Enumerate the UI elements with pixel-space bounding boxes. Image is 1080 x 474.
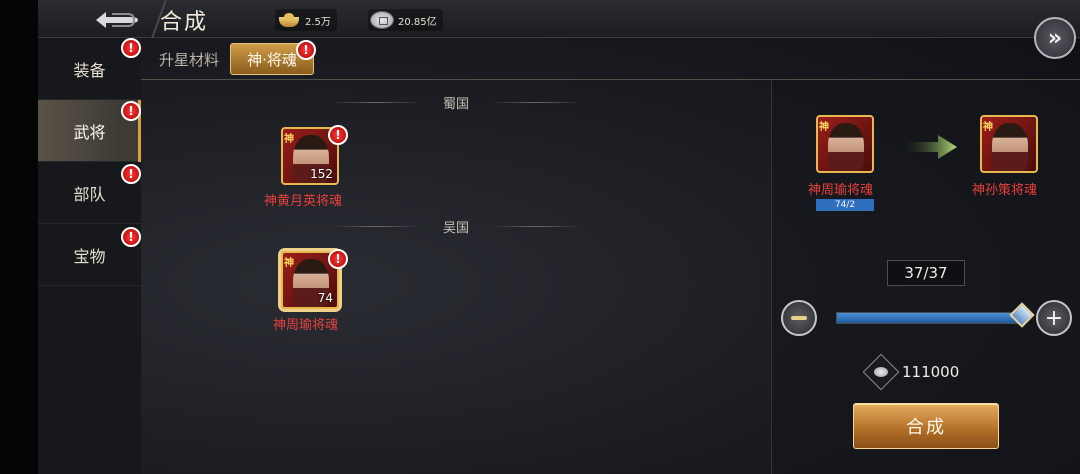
source-soul-card[interactable]: 神 (816, 115, 874, 173)
arrow-right-icon (904, 135, 957, 159)
compose-button[interactable]: 合成 (853, 403, 999, 449)
gold-ingot-icon (277, 11, 301, 29)
slider-fill (837, 313, 1025, 323)
forward-button[interactable]: » (1034, 17, 1076, 59)
soul-count: 152 (310, 167, 333, 181)
silver-coin-counter: 20.85亿 (368, 9, 443, 31)
soul-count: 74 (317, 291, 333, 305)
soul-card-name: 神周瑜将魂 (273, 318, 339, 333)
source-progress: 74/2 (816, 199, 874, 211)
tab-label: 神·将魂 (247, 50, 297, 69)
sidebar-item-label: 武将 (73, 122, 106, 142)
alert-badge: ! (296, 40, 316, 60)
alert-badge: ! (121, 164, 141, 184)
alert-badge: ! (328, 249, 348, 269)
sidebar-item-label: 装备 (73, 60, 106, 80)
back-button[interactable] (88, 8, 146, 32)
target-soul-card[interactable]: 神 (980, 115, 1038, 173)
quantity-display: 37/37 (887, 260, 965, 286)
god-mark: 神 (819, 122, 829, 133)
game-screen: 合成 2.5万 20.85亿 » 装备 武将 部队 宝物 ! ! ! ! 升星材… (0, 0, 1080, 474)
decrease-button[interactable] (781, 300, 817, 336)
divider-ornament (331, 226, 421, 227)
compose-button-label: 合成 (906, 417, 946, 438)
left-bezel (0, 0, 38, 474)
page-title: 合成 (160, 10, 209, 35)
general-portrait (828, 123, 864, 171)
group-title-shu: 蜀国 (443, 97, 470, 112)
gold-ingot-value: 2.5万 (305, 16, 331, 28)
god-mark: 神 (284, 134, 294, 145)
god-mark: 神 (983, 122, 993, 133)
general-portrait (992, 123, 1028, 171)
alert-badge: ! (328, 125, 348, 145)
god-mark: 神 (284, 258, 294, 269)
soul-card-name: 神黄月英将魂 (264, 194, 343, 209)
tab-label: 升星材料 (158, 50, 219, 69)
divider-ornament (331, 102, 421, 103)
tab-bar: 升星材料 神·将魂 (141, 38, 1080, 80)
silver-coin-value: 20.85亿 (398, 16, 437, 28)
divider-ornament (491, 226, 581, 227)
alert-badge: ! (121, 227, 141, 247)
cost-value: 111000 (902, 363, 960, 381)
increase-button[interactable]: + (1036, 300, 1072, 336)
group-title-wu: 吴国 (443, 221, 470, 236)
target-soul-name: 神孙策将魂 (972, 183, 1038, 198)
plus-icon: + (1044, 305, 1064, 331)
quantity-slider[interactable] (836, 312, 1026, 324)
alert-badge: ! (121, 101, 141, 121)
cost-row: 111000 (862, 353, 960, 391)
double-chevron-right-icon: » (1047, 25, 1063, 51)
sidebar-item-label: 部队 (73, 184, 106, 204)
source-soul-name: 神周瑜将魂 (808, 183, 874, 198)
sidebar-item-label: 宝物 (73, 246, 106, 266)
soul-list: 蜀国 吴国 (141, 80, 771, 474)
gold-ingot-counter: 2.5万 (275, 9, 337, 31)
alert-badge: ! (121, 38, 141, 58)
silver-coin-icon (862, 353, 900, 391)
silver-coin-icon (370, 11, 394, 29)
divider-ornament (491, 102, 581, 103)
tab-star-materials[interactable]: 升星材料 (149, 43, 229, 75)
minus-icon (791, 316, 807, 320)
back-arrow-icon (96, 12, 138, 28)
